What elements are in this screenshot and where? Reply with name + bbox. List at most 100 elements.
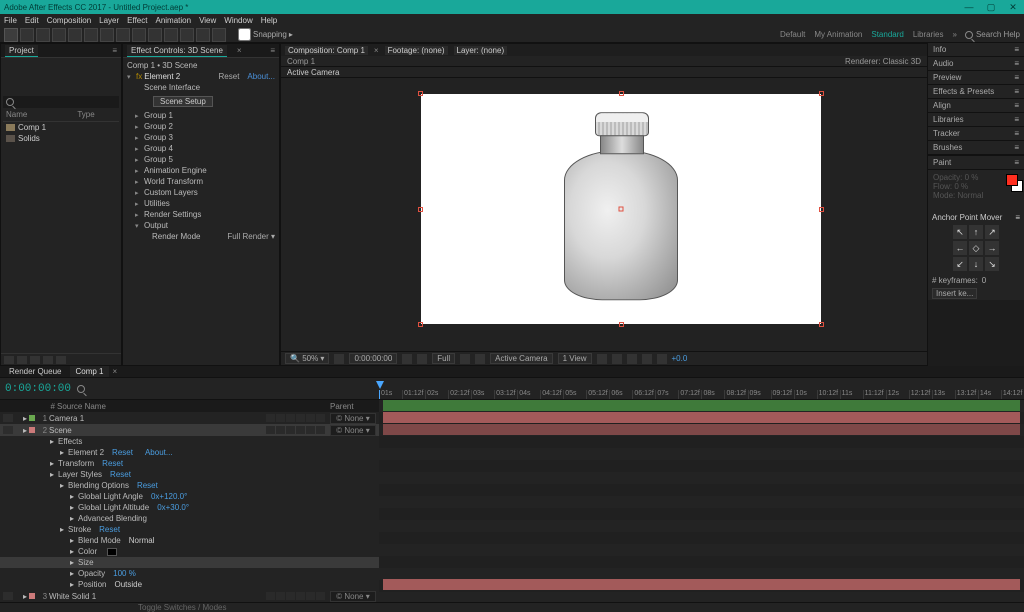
timeline-icon[interactable] — [627, 354, 637, 364]
tab-close-icon[interactable]: × — [237, 46, 242, 55]
transparency-icon[interactable] — [475, 354, 485, 364]
close-button[interactable]: ✕ — [1006, 2, 1020, 12]
fx-row[interactable]: ▸Render Settings — [127, 209, 275, 220]
panel-menu-icon[interactable]: ≡ — [1014, 87, 1019, 96]
panel-menu-icon[interactable]: ≡ — [112, 46, 117, 55]
exposure-value[interactable]: +0.0 — [672, 354, 688, 363]
fx-row[interactable]: Scene Interface — [127, 82, 275, 93]
arrow-w-icon[interactable]: ← — [953, 241, 967, 255]
ruler-tick[interactable]: 09s — [748, 390, 771, 399]
layer-bar-scene[interactable] — [383, 412, 1020, 423]
workspace-standard[interactable]: Standard — [871, 30, 903, 39]
ruler-tick[interactable]: 06s — [609, 390, 632, 399]
ruler-tick[interactable]: 04s — [517, 390, 540, 399]
menu-composition[interactable]: Composition — [47, 16, 91, 25]
selection-tool-icon[interactable] — [4, 28, 18, 42]
handle-bc[interactable] — [619, 322, 624, 327]
reset-exposure-icon[interactable] — [657, 354, 667, 364]
workspace-default[interactable]: Default — [780, 30, 805, 39]
snapping-checkbox[interactable] — [238, 28, 251, 41]
canvas[interactable] — [421, 94, 821, 324]
ruler-tick[interactable]: 08s — [701, 390, 724, 399]
ruler-tick[interactable]: 03:12f — [494, 390, 517, 399]
workspace-my-animation[interactable]: My Animation — [814, 30, 862, 39]
handle-tr[interactable] — [819, 91, 824, 96]
layer-property[interactable]: ▸Advanced Blending — [0, 513, 379, 524]
pen-tool-icon[interactable] — [116, 28, 130, 42]
arrow-n-icon[interactable]: ↑ — [969, 225, 983, 239]
arrow-nw-icon[interactable]: ↖ — [953, 225, 967, 239]
toggle-hint[interactable]: Toggle Switches / Modes — [138, 603, 227, 612]
composition-viewer[interactable] — [281, 78, 927, 351]
fx-row[interactable]: ▸Group 5 — [127, 154, 275, 165]
pixel-aspect-icon[interactable] — [597, 354, 607, 364]
visibility-icon[interactable] — [3, 592, 13, 600]
layer-property[interactable]: ▸Blend ModeNormal — [0, 535, 379, 546]
eraser-tool-icon[interactable] — [180, 28, 194, 42]
maximize-button[interactable]: ▢ — [984, 2, 998, 12]
tab-close-icon[interactable]: × — [113, 367, 118, 376]
magnification-dropdown[interactable]: 🔍 50% ▾ — [285, 353, 329, 364]
panel-menu-icon[interactable]: ≡ — [1014, 59, 1019, 68]
roto-tool-icon[interactable] — [196, 28, 210, 42]
grid-icon[interactable] — [334, 354, 344, 364]
fx-row[interactable]: ▸World Transform — [127, 176, 275, 187]
fx-row[interactable]: Scene Setup — [127, 93, 275, 110]
menu-animation[interactable]: Animation — [155, 16, 191, 25]
handle-tl[interactable] — [418, 91, 423, 96]
panel-menu-icon[interactable]: ≡ — [1014, 45, 1019, 54]
layer-property[interactable]: ▸Global Light Altitude0x+30.0° — [0, 502, 379, 513]
viewer-tab[interactable]: Composition: Comp 1 — [285, 46, 368, 55]
resolution-dropdown[interactable]: Full — [432, 353, 455, 364]
ruler-tick[interactable]: 05s — [563, 390, 586, 399]
views-dropdown[interactable]: 1 View — [558, 353, 592, 364]
color-swatch[interactable] — [107, 548, 117, 556]
layer-bar-camera[interactable] — [383, 400, 1020, 411]
ruler-tick[interactable]: 06:12f — [632, 390, 655, 399]
timeline-tab[interactable]: Comp 1 — [70, 366, 108, 377]
layer-property[interactable]: ▸TransformReset — [0, 458, 379, 469]
ruler-tick[interactable]: 02s — [425, 390, 448, 399]
label-color[interactable] — [29, 427, 35, 433]
ruler-tick[interactable]: 01:12f — [402, 390, 425, 399]
fx-row[interactable]: ▾Output — [127, 220, 275, 231]
pan-behind-tool-icon[interactable] — [84, 28, 98, 42]
fx-row[interactable]: ▸Animation Engine — [127, 165, 275, 176]
camera-tool-icon[interactable] — [68, 28, 82, 42]
label-color[interactable] — [29, 415, 35, 421]
timeline-search-icon[interactable] — [77, 385, 85, 393]
anchor-point-icon[interactable] — [619, 207, 624, 212]
menu-window[interactable]: Window — [224, 16, 252, 25]
ruler-tick[interactable]: 11s — [840, 390, 863, 399]
brush-tool-icon[interactable] — [148, 28, 162, 42]
workspace-libraries[interactable]: Libraries — [913, 30, 944, 39]
layer-property[interactable]: ▸Size — [0, 557, 379, 568]
comp-breadcrumb[interactable]: Comp 1 — [287, 57, 315, 66]
layer-property[interactable]: ▸Layer StylesReset — [0, 469, 379, 480]
panel-libraries[interactable]: Libraries≡ — [928, 113, 1024, 127]
arrow-sw-icon[interactable]: ↙ — [953, 257, 967, 271]
tab-close-icon[interactable]: × — [374, 46, 379, 55]
panel-brushes[interactable]: Brushes≡ — [928, 141, 1024, 155]
comp-flowchart-icon[interactable] — [642, 354, 652, 364]
fx-row[interactable]: ▸Utilities — [127, 198, 275, 209]
layer-property[interactable]: ▸PositionOutside — [0, 579, 379, 590]
arrow-e-icon[interactable]: → — [985, 241, 999, 255]
layer-property[interactable]: ▸Element 2ResetAbout... — [0, 447, 379, 458]
timeline-tracks[interactable] — [379, 400, 1024, 602]
panel-paint[interactable]: Paint — [933, 158, 1014, 167]
insert-keyframe-button[interactable]: Insert ke... — [932, 288, 977, 299]
fx-row[interactable]: ▸Group 2 — [127, 121, 275, 132]
panel-menu-icon[interactable]: ≡ — [270, 46, 275, 55]
label-color[interactable] — [29, 593, 35, 599]
clone-tool-icon[interactable] — [164, 28, 178, 42]
menu-view[interactable]: View — [199, 16, 216, 25]
parent-dropdown[interactable]: © None ▾ — [330, 425, 376, 436]
layer-row[interactable]: ▸2Scene© None ▾ — [0, 424, 379, 436]
ruler-tick[interactable]: 10:12f — [817, 390, 840, 399]
layer-row[interactable]: ▸3White Solid 1© None ▾ — [0, 590, 379, 602]
foreground-swatch[interactable] — [1006, 174, 1018, 186]
fx-row[interactable]: ▸Group 1 — [127, 110, 275, 121]
rotate-tool-icon[interactable] — [52, 28, 66, 42]
arrow-se-icon[interactable]: ↘ — [985, 257, 999, 271]
